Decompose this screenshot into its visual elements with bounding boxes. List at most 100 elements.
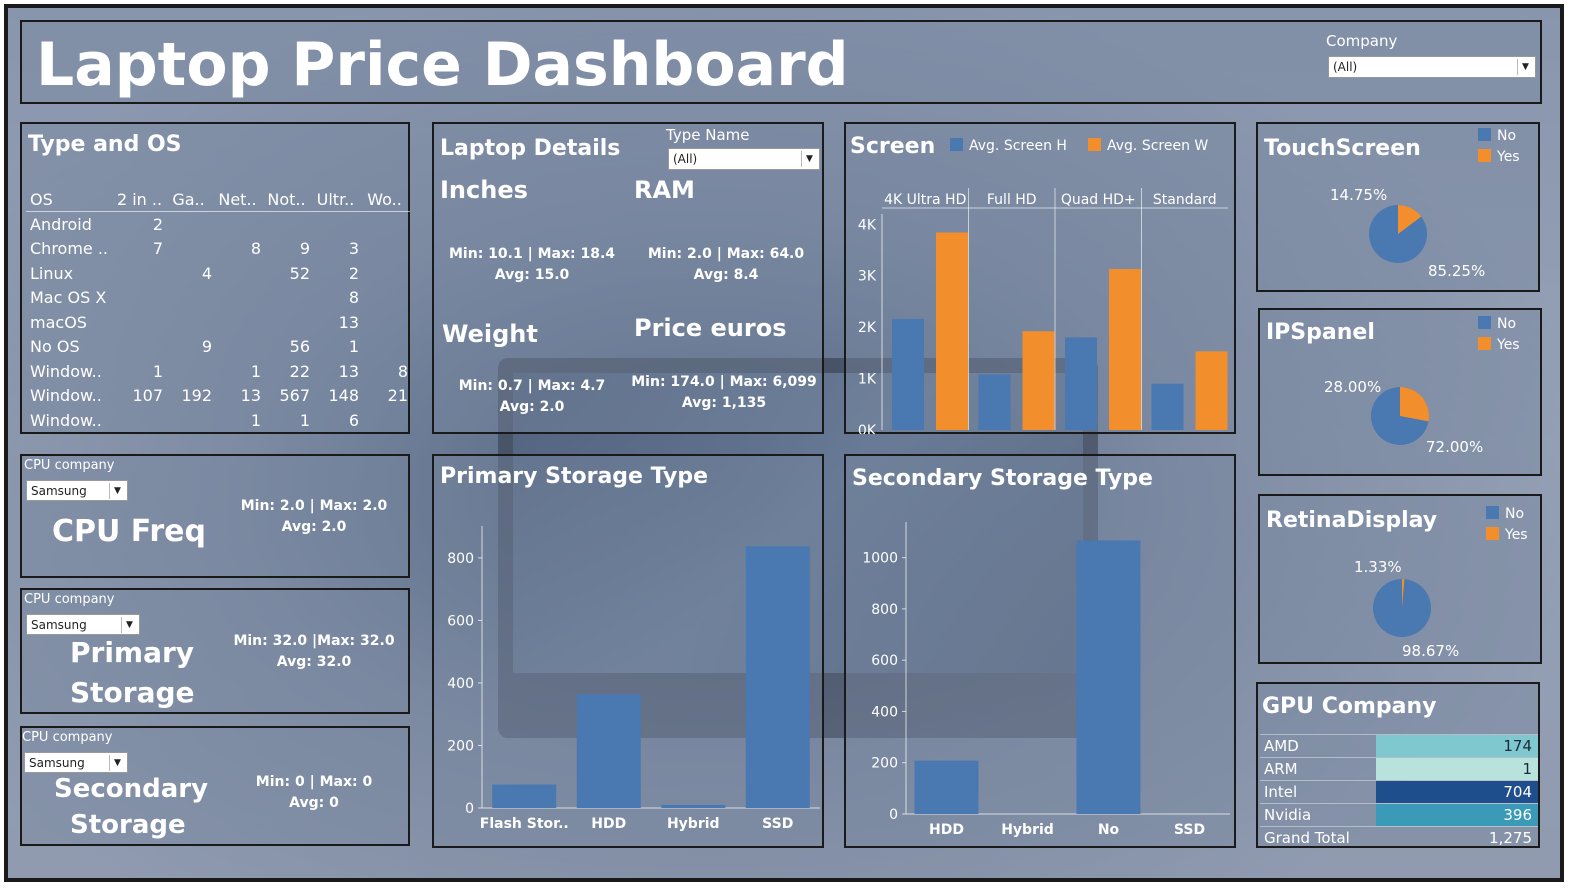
column-header[interactable]: OS	[26, 190, 116, 211]
chevron-down-icon[interactable]: ▼	[121, 617, 137, 633]
count-cell: 8	[397, 361, 408, 381]
count-cell: 192	[181, 386, 212, 406]
column-header[interactable]: Ga..	[165, 190, 214, 211]
grand-total-label: Grand Total	[1264, 829, 1350, 847]
legend-label: Avg. Screen W	[1107, 138, 1209, 154]
os-name-cell: Android	[30, 214, 92, 234]
bar-screen-w	[936, 232, 968, 430]
laptop-details-panel: Laptop Details Type Name (All) ▼ Inches …	[432, 122, 824, 434]
legend-label: Yes	[1505, 527, 1528, 543]
secondary-storage-bar-chart: 0 200 400 600 800 1000 HDD Hybrid No SSD	[862, 522, 1230, 838]
table-row[interactable]: No OS 9 56 1	[26, 335, 410, 360]
retina-legend-yes: Yes	[1486, 527, 1528, 543]
x-tick-label: Flash Stor..	[480, 816, 569, 832]
bar-screen-h	[892, 318, 924, 430]
secondary-storage-type-title: Secondary Storage Type	[852, 466, 1153, 491]
legend-swatch-blue	[1486, 506, 1499, 519]
column-header[interactable]: Wo..	[361, 190, 410, 211]
gpu-name: Intel	[1264, 783, 1298, 801]
gpu-row[interactable]: Nvidia 396	[1260, 803, 1538, 826]
inches-stat-minmax: Min: 10.1 | Max: 18.4	[449, 246, 615, 262]
table-row[interactable]: Window.. 107 192 13 567 148 21	[26, 384, 410, 409]
gpu-row[interactable]: Intel 704	[1260, 780, 1538, 803]
y-tick-label: 2K	[858, 320, 877, 336]
os-type-table: OS 2 in .. Ga.. Net.. Not.. Ultr.. Wo.. Android…	[26, 190, 410, 433]
gpu-count: 704	[1376, 781, 1538, 803]
legend-swatch-blue	[1478, 128, 1491, 141]
table-row[interactable]: Window.. 1 1 6	[26, 408, 410, 433]
column-header[interactable]: 2 in ..	[116, 190, 165, 211]
ram-stat-avg: Avg: 8.4	[693, 267, 759, 283]
chevron-down-icon[interactable]: ▼	[801, 151, 817, 167]
primary-storage-panel: CPU company Samsung ▼ Primary Storage Mi…	[20, 588, 410, 714]
count-cell: 13	[338, 312, 359, 332]
gpu-row[interactable]: ARM 1	[1260, 757, 1538, 780]
table-row[interactable]: Chrome .. 7 8 9 3	[26, 237, 410, 262]
count-cell: 2	[152, 214, 163, 234]
ipspanel-title: IPSpanel	[1266, 320, 1375, 345]
x-tick-label: SSD	[762, 816, 793, 832]
primary-storage-type-panel: Primary Storage Type 0 200 400 600 800 Flash …	[432, 454, 824, 848]
table-row[interactable]: Window.. 1 1 22 13 8	[26, 359, 410, 384]
table-row[interactable]: Android 2	[26, 212, 410, 237]
count-cell: 7	[152, 239, 163, 259]
screen-legend-h: Avg. Screen H	[950, 138, 1067, 154]
cpu-company-dropdown-value: Samsung	[31, 484, 87, 498]
y-tick-label: 3K	[858, 269, 877, 285]
touchscreen-pct-yes: 14.75%	[1330, 186, 1388, 204]
type-name-dropdown[interactable]: (All) ▼	[668, 148, 820, 170]
touchscreen-panel: TouchScreen No Yes 14.75% 85.25%	[1256, 122, 1540, 292]
retina-pct-yes: 1.33%	[1354, 558, 1402, 576]
cpu-company-filter-label: CPU company	[24, 458, 115, 473]
gpu-row[interactable]: AMD 174	[1260, 734, 1538, 757]
retina-pie-chart	[1373, 579, 1431, 637]
count-cell: 21	[387, 386, 408, 406]
gpu-table: AMD 174 ARM 1 Intel 704 Nvidia 396 Grand Total 1,…	[1260, 734, 1538, 849]
table-row[interactable]: macOS 13	[26, 310, 410, 335]
category-header-label: Standard	[1153, 192, 1217, 208]
table-header: OS 2 in .. Ga.. Net.. Not.. Ultr.. Wo..	[26, 190, 410, 212]
count-cell: 1	[299, 410, 310, 430]
y-tick-label: 200	[447, 738, 474, 754]
table-row[interactable]: Mac OS X 8	[26, 286, 410, 311]
retina-title: RetinaDisplay	[1266, 508, 1438, 533]
price-stat-minmax: Min: 174.0 | Max: 6,099	[631, 374, 817, 390]
count-cell: 52	[289, 263, 310, 283]
y-tick-label: 0K	[858, 423, 877, 434]
primary-storage-label-line1: Primary	[70, 636, 195, 669]
bar	[914, 760, 979, 814]
count-cell: 6	[348, 410, 359, 430]
column-header[interactable]: Ultr..	[312, 190, 361, 211]
legend-label: No	[1497, 128, 1517, 144]
legend-label: No	[1505, 506, 1525, 522]
bar-screen-w	[1022, 331, 1055, 430]
bar	[1076, 540, 1141, 814]
cpu-company-dropdown[interactable]: Samsung ▼	[26, 480, 128, 501]
cpu-company-dropdown[interactable]: Samsung ▼	[26, 614, 140, 635]
os-name-cell: Window..	[30, 386, 102, 406]
column-header[interactable]: Net..	[214, 190, 263, 211]
weight-stat-minmax: Min: 0.7 | Max: 4.7	[458, 378, 606, 394]
legend-swatch-blue	[1478, 316, 1491, 329]
count-cell: 3	[348, 239, 359, 259]
chevron-down-icon[interactable]: ▼	[109, 483, 125, 499]
legend-label: Yes	[1497, 337, 1520, 353]
weight-stat-avg: Avg: 2.0	[499, 399, 565, 415]
chevron-down-icon[interactable]: ▼	[1517, 59, 1533, 75]
category-header-label: Quad HD+	[1061, 192, 1136, 208]
pie-slice-yes	[1400, 387, 1429, 422]
secondary-storage-panel: CPU company Samsung ▼ Secondary Storage …	[20, 726, 410, 846]
column-header[interactable]: Not..	[263, 190, 312, 211]
screen-title: Screen	[850, 134, 936, 159]
count-cell: 4	[201, 263, 212, 283]
cpu-freq-stat-avg: Avg: 2.0	[281, 519, 347, 535]
count-cell: 13	[240, 386, 261, 406]
type-os-title: Type and OS	[28, 132, 182, 157]
cpu-company-dropdown[interactable]: Samsung ▼	[24, 752, 128, 773]
company-dropdown[interactable]: (All) ▼	[1328, 56, 1536, 78]
table-row[interactable]: Linux 4 52 2	[26, 261, 410, 286]
primary-storage-stat-minmax: Min: 32.0 |Max: 32.0	[233, 633, 395, 649]
chevron-down-icon[interactable]: ▼	[109, 755, 125, 771]
y-tick-label: 1000	[862, 551, 898, 567]
cpu-freq-panel: CPU company Samsung ▼ CPU Freq Min: 2.0 …	[20, 454, 410, 578]
